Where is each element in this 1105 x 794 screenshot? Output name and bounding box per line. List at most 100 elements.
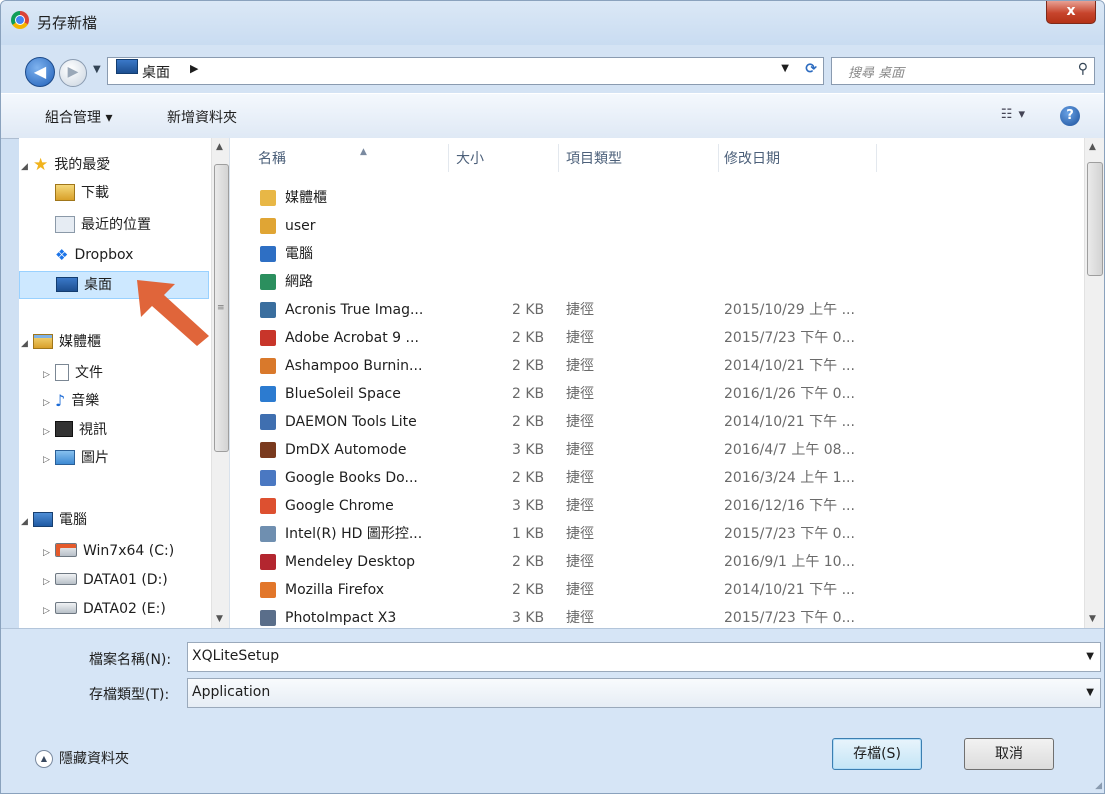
file-row[interactable]: Google Books Do... 2 KB 捷徑 2016/3/24 上午 1..… <box>230 464 1085 492</box>
file-type: 捷徑 <box>566 582 594 598</box>
nav-documents[interactable]: ▷ 文件 <box>43 360 103 386</box>
column-header-name[interactable]: 名稱 ▲ <box>258 147 367 168</box>
file-icon <box>260 330 276 346</box>
view-options-button[interactable]: ☷ ▾ <box>1001 107 1026 122</box>
search-input[interactable]: 搜尋 桌面 ⚲ <box>831 57 1095 85</box>
column-header-date[interactable]: 修改日期 <box>724 148 780 168</box>
nav-downloads[interactable]: 下載 <box>55 180 109 206</box>
nav-pictures[interactable]: ▷ 圖片 <box>43 445 109 471</box>
file-type: 捷徑 <box>566 330 594 346</box>
file-row[interactable]: user <box>230 212 1085 240</box>
file-type: 捷徑 <box>566 358 594 374</box>
column-header-type[interactable]: 項目類型 <box>566 148 622 168</box>
file-row[interactable]: Acronis True Imag... 2 KB 捷徑 2015/10/29 上午 … <box>230 296 1085 324</box>
file-row[interactable]: Intel(R) HD 圖形控... 1 KB 捷徑 2015/7/23 下午 0..… <box>230 520 1085 548</box>
file-row[interactable]: Mozilla Firefox 2 KB 捷徑 2014/10/21 下午 ... <box>230 576 1085 604</box>
file-row[interactable]: DAEMON Tools Lite 2 KB 捷徑 2014/10/21 下午 ... <box>230 408 1085 436</box>
cancel-button[interactable]: 取消 <box>964 738 1054 770</box>
file-name: DmDX Automode <box>285 442 407 458</box>
nav-drive-e[interactable]: ▷ DATA02 (E:) <box>43 596 166 622</box>
nav-scrollbar[interactable]: ▲ ≡ ▼ <box>211 138 230 628</box>
chevron-down-icon[interactable]: ▼ <box>1086 687 1094 698</box>
file-icon <box>260 358 276 374</box>
file-icon <box>260 246 276 262</box>
nav-drive-c[interactable]: ▷ Win7x64 (C:) <box>43 538 174 564</box>
file-name: Mendeley Desktop <box>285 554 416 570</box>
sort-ascending-icon: ▲ <box>360 147 367 157</box>
filename-value[interactable]: XQLiteSetup <box>192 648 279 664</box>
command-bar: 組合管理 ▾ 新增資料夾 ☷ ▾ ? <box>1 93 1104 139</box>
nav-dropbox[interactable]: ❖ Dropbox <box>55 242 133 268</box>
library-icon <box>33 333 53 349</box>
file-size: 2 KB <box>512 554 545 570</box>
help-icon[interactable]: ? <box>1060 106 1080 126</box>
file-type: 捷徑 <box>566 470 594 486</box>
file-icon <box>260 526 276 542</box>
nav-favorites[interactable]: ◢ ★ 我的最愛 <box>21 152 110 178</box>
file-icon <box>260 218 276 234</box>
file-size: 2 KB <box>512 386 545 402</box>
organize-button[interactable]: 組合管理 ▾ <box>45 107 112 127</box>
file-scroll-thumb[interactable] <box>1087 162 1103 276</box>
filetype-value: Application <box>192 684 271 700</box>
file-row[interactable]: PhotoImpact X3 3 KB 捷徑 2015/7/23 下午 0... <box>230 604 1085 628</box>
scroll-up-icon[interactable]: ▲ <box>216 142 223 152</box>
back-button[interactable]: ◀ <box>25 57 55 87</box>
chrome-icon <box>11 11 29 29</box>
file-row[interactable]: Adobe Acrobat 9 ... 2 KB 捷徑 2015/7/23 下午 0.… <box>230 324 1085 352</box>
drive-icon <box>55 602 77 614</box>
refresh-icon[interactable]: ⟳ <box>805 61 817 77</box>
address-bar[interactable]: 桌面 ▶ ▼ ⟳ <box>107 57 824 85</box>
history-dropdown-icon[interactable]: ▼ <box>93 64 101 75</box>
scroll-down-icon[interactable]: ▼ <box>216 614 223 624</box>
file-size: 1 KB <box>512 526 545 542</box>
file-name: DAEMON Tools Lite <box>285 414 417 430</box>
nav-drive-d[interactable]: ▷ DATA01 (D:) <box>43 567 168 593</box>
file-date: 2016/9/1 上午 10... <box>724 554 855 570</box>
nav-libraries[interactable]: ◢ 媒體櫃 <box>21 329 101 355</box>
chevron-down-icon[interactable]: ▼ <box>781 63 789 74</box>
file-icon <box>260 302 276 318</box>
new-folder-button[interactable]: 新增資料夾 <box>167 107 237 127</box>
file-row[interactable]: Ashampoo Burnin... 2 KB 捷徑 2014/10/21 下午 ..… <box>230 352 1085 380</box>
file-icon <box>260 554 276 570</box>
nav-video[interactable]: ▷ 視訊 <box>43 417 107 443</box>
file-type: 捷徑 <box>566 386 594 402</box>
address-path[interactable]: 桌面 <box>142 62 170 82</box>
resize-grip-icon[interactable]: ◢ <box>1095 781 1102 791</box>
search-icon[interactable]: ⚲ <box>1078 61 1088 77</box>
save-as-dialog: 另存新檔 x ◀ ▶ ▼ 桌面 ▶ ▼ ⟳ 搜尋 桌面 ⚲ 組合管理 ▾ 新增資… <box>0 0 1105 794</box>
file-row[interactable]: BlueSoleil Space 2 KB 捷徑 2016/1/26 下午 0... <box>230 380 1085 408</box>
column-divider[interactable] <box>876 144 877 172</box>
file-icon <box>260 386 276 402</box>
filetype-select[interactable]: Application ▼ <box>187 678 1101 708</box>
file-name: PhotoImpact X3 <box>285 610 397 626</box>
file-row[interactable]: Mendeley Desktop 2 KB 捷徑 2016/9/1 上午 10... <box>230 548 1085 576</box>
scroll-up-icon[interactable]: ▲ <box>1089 142 1096 152</box>
chevron-down-icon[interactable]: ▼ <box>1086 651 1094 662</box>
file-row[interactable]: 媒體櫃 <box>230 184 1085 212</box>
column-divider[interactable] <box>718 144 719 172</box>
nav-music[interactable]: ▷ ♪ 音樂 <box>43 388 99 414</box>
forward-button[interactable]: ▶ <box>59 59 87 87</box>
hide-folders-toggle[interactable]: ▲ 隱藏資料夾 <box>35 748 129 768</box>
nav-recent[interactable]: 最近的位置 <box>55 212 151 238</box>
file-type: 捷徑 <box>566 302 594 318</box>
file-row[interactable]: Google Chrome 3 KB 捷徑 2016/12/16 下午 ... <box>230 492 1085 520</box>
column-header-size[interactable]: 大小 <box>456 148 484 168</box>
close-button[interactable]: x <box>1046 1 1096 24</box>
file-row[interactable]: 網路 <box>230 268 1085 296</box>
star-icon: ★ <box>33 155 49 175</box>
file-scrollbar[interactable]: ▲ ▼ <box>1084 138 1104 628</box>
nav-label: 音樂 <box>71 393 100 409</box>
save-button[interactable]: 存檔(S) <box>832 738 922 770</box>
scroll-down-icon[interactable]: ▼ <box>1089 614 1096 624</box>
column-divider[interactable] <box>448 144 449 172</box>
filename-field[interactable]: XQLiteSetup ▼ <box>187 642 1101 672</box>
chevron-right-icon[interactable]: ▶ <box>190 62 198 75</box>
file-row[interactable]: DmDX Automode 3 KB 捷徑 2016/4/7 上午 08... <box>230 436 1085 464</box>
nav-computer[interactable]: ◢ 電腦 <box>21 507 87 533</box>
file-row[interactable]: 電腦 <box>230 240 1085 268</box>
file-size: 2 KB <box>512 470 545 486</box>
column-divider[interactable] <box>558 144 559 172</box>
